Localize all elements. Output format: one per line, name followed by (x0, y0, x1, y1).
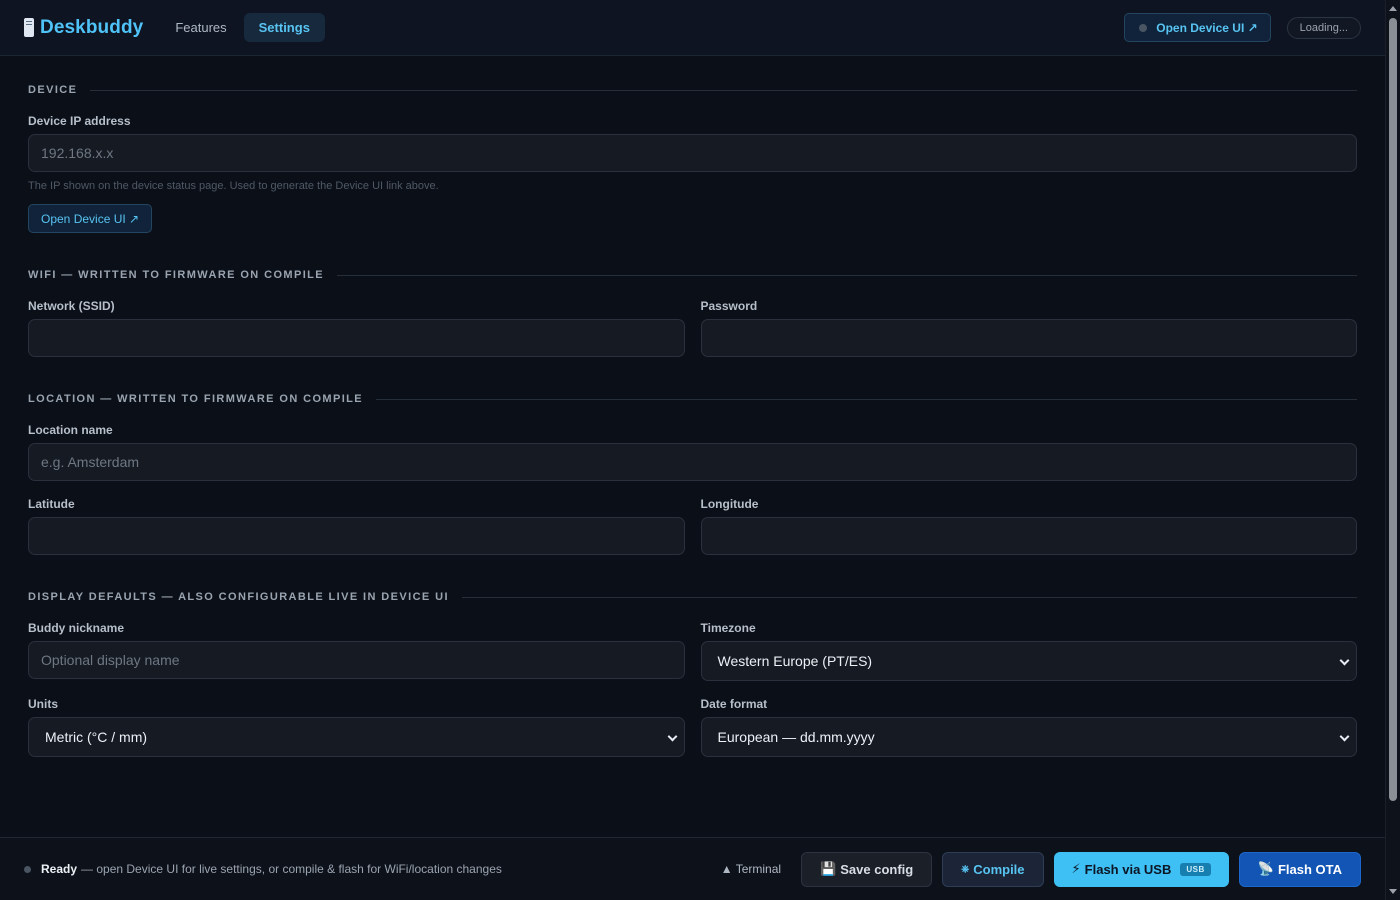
ssid-input[interactable] (28, 319, 685, 357)
status-strong: Ready (41, 862, 78, 876)
gear-icon: ⎈ (961, 863, 970, 875)
flash-usb-label: Flash via USB (1084, 861, 1172, 877)
chevron-down-icon (1339, 731, 1350, 742)
section-divider (376, 398, 1357, 400)
terminal-toggle-button[interactable]: ▲ Terminal (721, 862, 781, 876)
lightning-icon: ⚡ (1071, 861, 1081, 876)
save-config-button[interactable]: 💾 Save config (801, 851, 933, 887)
flash-ota-label: Flash OTA (1277, 861, 1342, 877)
chevron-down-icon (667, 731, 677, 742)
section-divider (90, 89, 1357, 91)
scrollbar[interactable] (1385, 0, 1400, 900)
flash-usb-button[interactable]: ⚡ Flash via USB USB (1053, 851, 1229, 887)
units-select[interactable]: Metric (°C / mm) (28, 717, 685, 757)
units-selected-value: Metric (°C / mm) (45, 729, 148, 745)
scroll-thumb[interactable] (1389, 18, 1397, 801)
tab-settings[interactable]: Settings (243, 13, 325, 42)
latitude-label: Latitude (28, 497, 75, 511)
section-title-display-text: DISPLAY DEFAULTS — ALSO CONFIGURABLE LIV… (28, 591, 449, 603)
top-bar: Deskbuddy Features Settings Open Device … (0, 0, 1385, 56)
section-title-device-text: DEVICE (28, 84, 78, 96)
device-ip-label: Device IP address (28, 114, 131, 128)
scroll-up-arrow-icon[interactable] (1389, 6, 1397, 11)
section-title-display: DISPLAY DEFAULTS — ALSO CONFIGURABLE LIV… (28, 590, 1357, 604)
floppy-disk-icon: 💾 (820, 861, 837, 876)
longitude-label: Longitude (700, 497, 759, 511)
password-input[interactable] (700, 319, 1357, 357)
section-divider (461, 596, 1357, 598)
status-text: — open Device UI for live settings, or c… (81, 862, 502, 876)
section-title-location-text: LOCATION — WRITTEN TO FIRMWARE ON COMPIL… (28, 393, 364, 405)
app-logo[interactable]: Deskbuddy (24, 17, 143, 39)
location-name-label: Location name (28, 423, 113, 437)
action-bar: Ready — open Device UI for live settings… (0, 837, 1385, 900)
compile-label: Compile (973, 861, 1025, 877)
section-title-device: DEVICE (28, 83, 1357, 97)
section-title-location: LOCATION — WRITTEN TO FIRMWARE ON COMPIL… (28, 392, 1357, 406)
latitude-input[interactable] (28, 517, 685, 555)
status-message: Ready — open Device UI for live settings… (24, 862, 502, 876)
longitude-input[interactable] (700, 517, 1357, 555)
device-ip-help: The IP shown on the device status page. … (28, 180, 439, 192)
tab-features[interactable]: Features (160, 13, 241, 42)
device-ip-input[interactable] (28, 134, 1357, 172)
open-device-ui-inline-button[interactable]: Open Device UI ↗ (28, 204, 153, 233)
flash-ota-button[interactable]: 📡 Flash OTA (1238, 851, 1361, 887)
location-name-input[interactable] (28, 443, 1357, 481)
timezone-label: Timezone (700, 621, 756, 635)
password-label: Password (700, 299, 758, 313)
scroll-down-arrow-icon[interactable] (1389, 889, 1397, 894)
connection-status-dot (1139, 23, 1148, 32)
status-badge: Loading... (1286, 16, 1361, 39)
open-device-ui-label: Open Device UI ↗ (1156, 20, 1258, 35)
ssid-label: Network (SSID) (28, 299, 115, 313)
timezone-select[interactable]: Western Europe (PT/ES) (700, 641, 1357, 681)
section-divider (337, 274, 1357, 276)
timezone-selected-value: Western Europe (PT/ES) (717, 653, 873, 669)
nav-tabs: Features Settings (160, 13, 325, 42)
date-format-selected-value: European — dd.mm.yyyy (717, 729, 875, 745)
section-title-wifi: WIFI — WRITTEN TO FIRMWARE ON COMPILE (28, 268, 1357, 282)
save-config-label: Save config (840, 861, 914, 877)
nickname-label: Buddy nickname (28, 621, 125, 635)
date-format-select[interactable]: European — dd.mm.yyyy (700, 717, 1357, 757)
open-device-ui-button[interactable]: Open Device UI ↗ (1124, 13, 1271, 42)
nickname-input[interactable] (28, 641, 685, 679)
usb-badge: USB (1180, 862, 1211, 876)
app-name: Deskbuddy (40, 16, 144, 38)
status-dot (24, 865, 31, 873)
units-label: Units (28, 697, 58, 711)
section-title-wifi-text: WIFI — WRITTEN TO FIRMWARE ON COMPILE (28, 269, 325, 281)
compile-button[interactable]: ⎈ Compile (942, 851, 1044, 887)
date-format-label: Date format (700, 697, 768, 711)
device-icon (24, 18, 34, 37)
chevron-down-icon (1339, 655, 1350, 666)
satellite-antenna-icon: 📡 (1257, 861, 1274, 876)
